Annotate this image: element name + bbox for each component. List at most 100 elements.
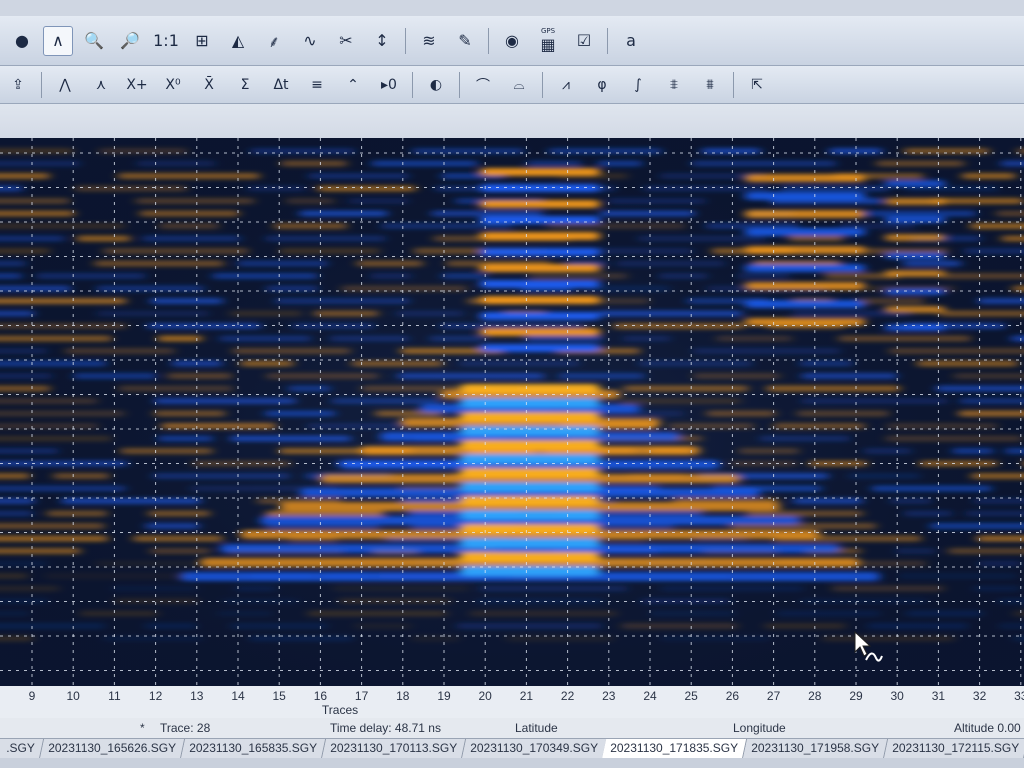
pane-header — [0, 104, 1024, 138]
radargram-canvas[interactable] — [0, 138, 1024, 686]
reflection-band — [64, 348, 175, 354]
phase-button[interactable]: φ — [585, 71, 619, 99]
file-tab[interactable]: 20231130_170349.SGY — [461, 739, 607, 759]
reflection-band — [643, 185, 771, 192]
reflection-band — [939, 310, 1024, 317]
reflection-band — [998, 623, 1024, 629]
export-button[interactable]: ⇱ — [740, 71, 774, 99]
zoom-out-button[interactable]: 🔎 — [115, 26, 145, 56]
actual-size-button[interactable]: 1:1 — [151, 26, 181, 56]
filter-2-button[interactable]: ⋏ — [84, 71, 118, 99]
file-tab[interactable]: 20231130_171835.SGY — [602, 739, 748, 759]
amplitude-chart-button[interactable]: ◭ — [223, 26, 253, 56]
trace-marker-button[interactable]: ⸙ — [259, 26, 289, 56]
reflection-band — [905, 610, 984, 617]
file-tab[interactable]: 20231130_165835.SGY — [180, 739, 326, 759]
color-palette-button[interactable]: ◐ — [419, 71, 453, 99]
filter-2-icon: ⋏ — [95, 76, 107, 93]
reflection-band — [745, 318, 865, 326]
reflection-band — [902, 260, 962, 267]
reflection-band — [460, 538, 600, 548]
x-bar-button[interactable]: X̄ — [192, 71, 226, 99]
file-tab-label: 20231130_165835.SGY — [188, 741, 317, 755]
signal-button[interactable]: ≋ — [414, 26, 444, 56]
reflection-band — [0, 148, 74, 154]
point-tool-button[interactable]: ● — [7, 26, 37, 56]
peak-icon: ⌃ — [347, 76, 359, 93]
file-tab[interactable]: 20231130_172115.SGY — [884, 739, 1024, 759]
import-button[interactable]: ⇪ — [1, 71, 35, 99]
reflection-band — [35, 273, 146, 279]
fit-window-button[interactable]: ⊞ — [187, 26, 217, 56]
wavelet-button[interactable]: ∿ — [295, 26, 325, 56]
stack-button[interactable]: ≡ — [300, 71, 334, 99]
reflection-band — [745, 282, 865, 290]
file-tab[interactable]: 20231130_171958.SGY — [743, 739, 889, 759]
reflection-band — [863, 210, 976, 217]
reflection-band — [371, 160, 478, 167]
status-bar: * Trace: 28 Time delay: 48.71 ns Latitud… — [0, 718, 1024, 738]
reflection-band — [847, 473, 921, 479]
x-zero-button[interactable]: X⁰ — [156, 71, 190, 99]
reflection-band — [460, 510, 600, 520]
reflection-band — [959, 398, 1024, 404]
reflection-band — [977, 560, 1021, 567]
reflection-band — [288, 385, 331, 392]
vertical-measure-button[interactable]: ↕ — [367, 26, 397, 56]
file-tab-label: 20231130_170349.SGY — [469, 741, 598, 755]
reflection-band — [117, 173, 260, 179]
peak-button[interactable]: ⌃ — [336, 71, 370, 99]
radargram-view[interactable] — [0, 138, 1024, 686]
bandpass-2-button[interactable]: ⩩ — [693, 71, 727, 99]
reflection-band — [460, 412, 600, 422]
reflection-band — [0, 373, 53, 379]
file-tab-bar: .SGY 20231130_165626.SGY 20231130_165835.S… — [0, 738, 1024, 759]
filter-1-button[interactable]: ⋀ — [48, 71, 82, 99]
report-button[interactable]: ☑ — [569, 26, 599, 56]
tick-label: 9 — [28, 689, 36, 703]
tick-label: 27 — [766, 689, 781, 703]
migration-1-button[interactable]: ⌒ — [466, 71, 500, 99]
reflection-band — [234, 585, 276, 592]
cut-button[interactable]: ✂ — [331, 26, 361, 56]
delta-t-button[interactable]: Δt — [264, 71, 298, 99]
gain-button[interactable]: ⩘ — [549, 71, 583, 99]
wave-tool-button[interactable]: ∧ — [43, 25, 73, 56]
migration-2-button[interactable]: ⌓ — [502, 71, 536, 99]
reflection-band — [788, 235, 844, 242]
reflection-band — [313, 310, 379, 317]
reflection-band — [0, 385, 51, 392]
globe-button[interactable]: ◉ — [497, 26, 527, 56]
file-tab[interactable]: 20231130_170113.SGY — [321, 739, 466, 759]
reflection-band — [0, 185, 23, 192]
edit-folder-icon: ✎ — [458, 31, 472, 50]
reflection-band — [716, 335, 793, 342]
x-plus-button[interactable]: X+ — [120, 71, 154, 99]
reflection-band — [973, 498, 1024, 504]
reflection-band — [480, 248, 600, 256]
reflection-band — [529, 273, 628, 279]
reflection-band — [0, 510, 34, 517]
reflection-band — [236, 260, 328, 267]
text-settings-button[interactable]: a — [616, 26, 646, 56]
file-tab[interactable]: 20231130_165626.SGY — [39, 739, 185, 759]
reflection-band — [460, 384, 600, 394]
reflection-band — [333, 585, 468, 592]
reflection-band — [0, 523, 105, 529]
bandpass-1-button[interactable]: ⩨ — [657, 71, 691, 99]
reflection-band — [952, 448, 994, 454]
reflection-band — [692, 373, 781, 379]
reflection-band — [469, 610, 618, 617]
toolbar-separator — [733, 71, 734, 98]
sum-button[interactable]: Σ — [228, 71, 262, 99]
edit-folder-button[interactable]: ✎ — [450, 26, 480, 56]
file-tab[interactable]: .SGY — [0, 739, 44, 759]
integral-button[interactable]: ∫ — [621, 71, 655, 99]
tick-label: 13 — [190, 689, 204, 703]
gps-button[interactable]: GPS ▦ — [533, 26, 563, 56]
reflection-band — [885, 252, 945, 259]
zero-time-button[interactable]: ▸0 — [372, 71, 406, 99]
zoom-in-button[interactable]: 🔍 — [79, 26, 109, 56]
reflection-band — [232, 348, 351, 354]
reflection-band — [0, 535, 108, 542]
